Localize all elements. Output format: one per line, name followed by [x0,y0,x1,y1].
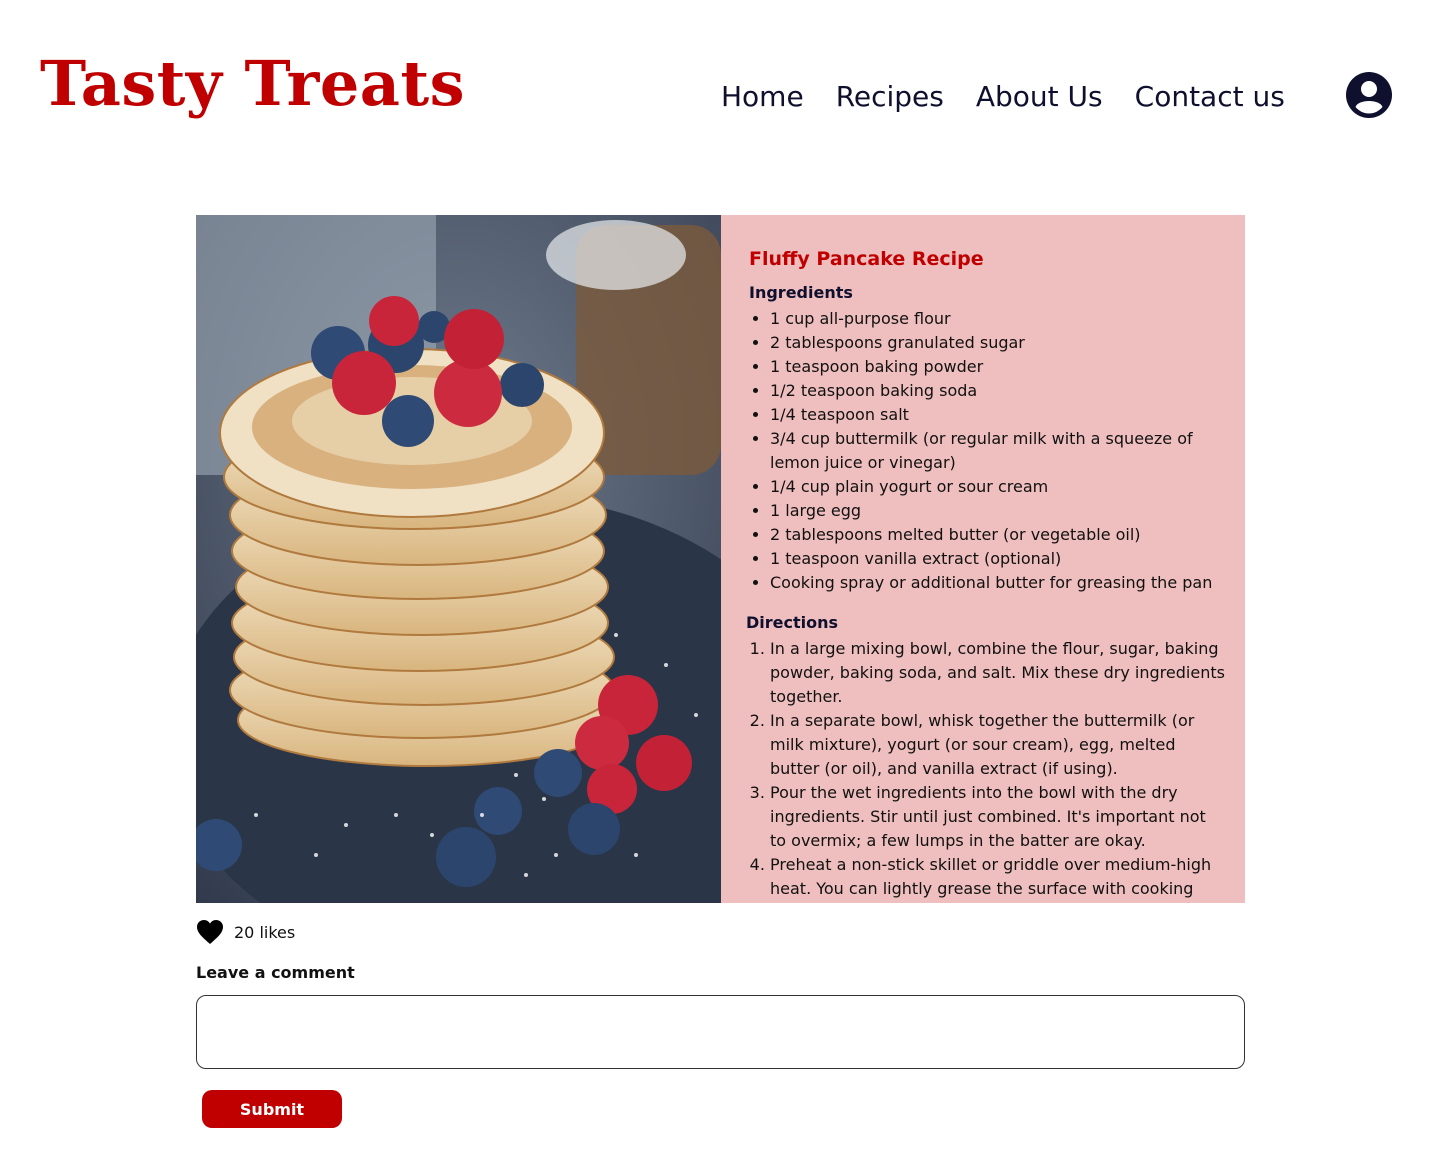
directions-heading: Directions [746,613,839,632]
heart-icon[interactable] [196,919,224,945]
nav-link-home[interactable]: Home [721,80,804,113]
ingredient-item: 1/4 cup plain yogurt or sour cream [770,475,1225,499]
direction-step: In a separate bowl, whisk together the b… [770,709,1225,781]
user-circle-icon[interactable] [1346,72,1392,118]
ingredient-item: 1 cup all-purpose flour [770,307,1225,331]
submit-button[interactable]: Submit [202,1090,342,1128]
ingredient-item: 2 tablespoons granulated sugar [770,331,1225,355]
main-nav: Home Recipes About Us Contact us [721,76,1285,116]
ingredients-list: 1 cup all-purpose flour 2 tablespoons gr… [749,307,1225,595]
ingredient-item: 1/2 teaspoon baking soda [770,379,1225,403]
ingredients-heading: Ingredients [749,283,853,302]
pancake-stack-image [196,215,721,903]
nav-link-contact-us[interactable]: Contact us [1135,80,1285,113]
likes-count: 20 likes [234,922,296,942]
comment-input[interactable] [196,995,1245,1069]
recipe-details: Fluffy Pancake Recipe Ingredients 1 cup … [721,215,1245,903]
recipe-card: Fluffy Pancake Recipe Ingredients 1 cup … [196,215,1245,903]
site-logo[interactable]: Tasty Treats [40,44,465,124]
recipe-title: Fluffy Pancake Recipe [749,248,984,270]
direction-step: In a large mixing bowl, combine the flou… [770,637,1225,709]
direction-step: Preheat a non-stick skillet or griddle o… [770,853,1225,901]
directions-list: In a large mixing bowl, combine the flou… [749,637,1225,901]
nav-link-about-us[interactable]: About Us [976,80,1103,113]
comment-label: Leave a comment [196,963,355,982]
ingredient-item: 1 large egg [770,499,1225,523]
ingredient-item: Cooking spray or additional butter for g… [770,571,1225,595]
ingredient-item: 1/4 teaspoon salt [770,403,1225,427]
likes-row: 20 likes [196,918,295,946]
ingredient-item: 3/4 cup buttermilk (or regular milk with… [770,427,1225,475]
nav-link-recipes[interactable]: Recipes [836,80,944,113]
ingredient-item: 1 teaspoon baking powder [770,355,1225,379]
ingredient-item: 1 teaspoon vanilla extract (optional) [770,547,1225,571]
ingredient-item: 2 tablespoons melted butter (or vegetabl… [770,523,1225,547]
recipe-photo [196,215,721,903]
direction-step: Pour the wet ingredients into the bowl w… [770,781,1225,853]
